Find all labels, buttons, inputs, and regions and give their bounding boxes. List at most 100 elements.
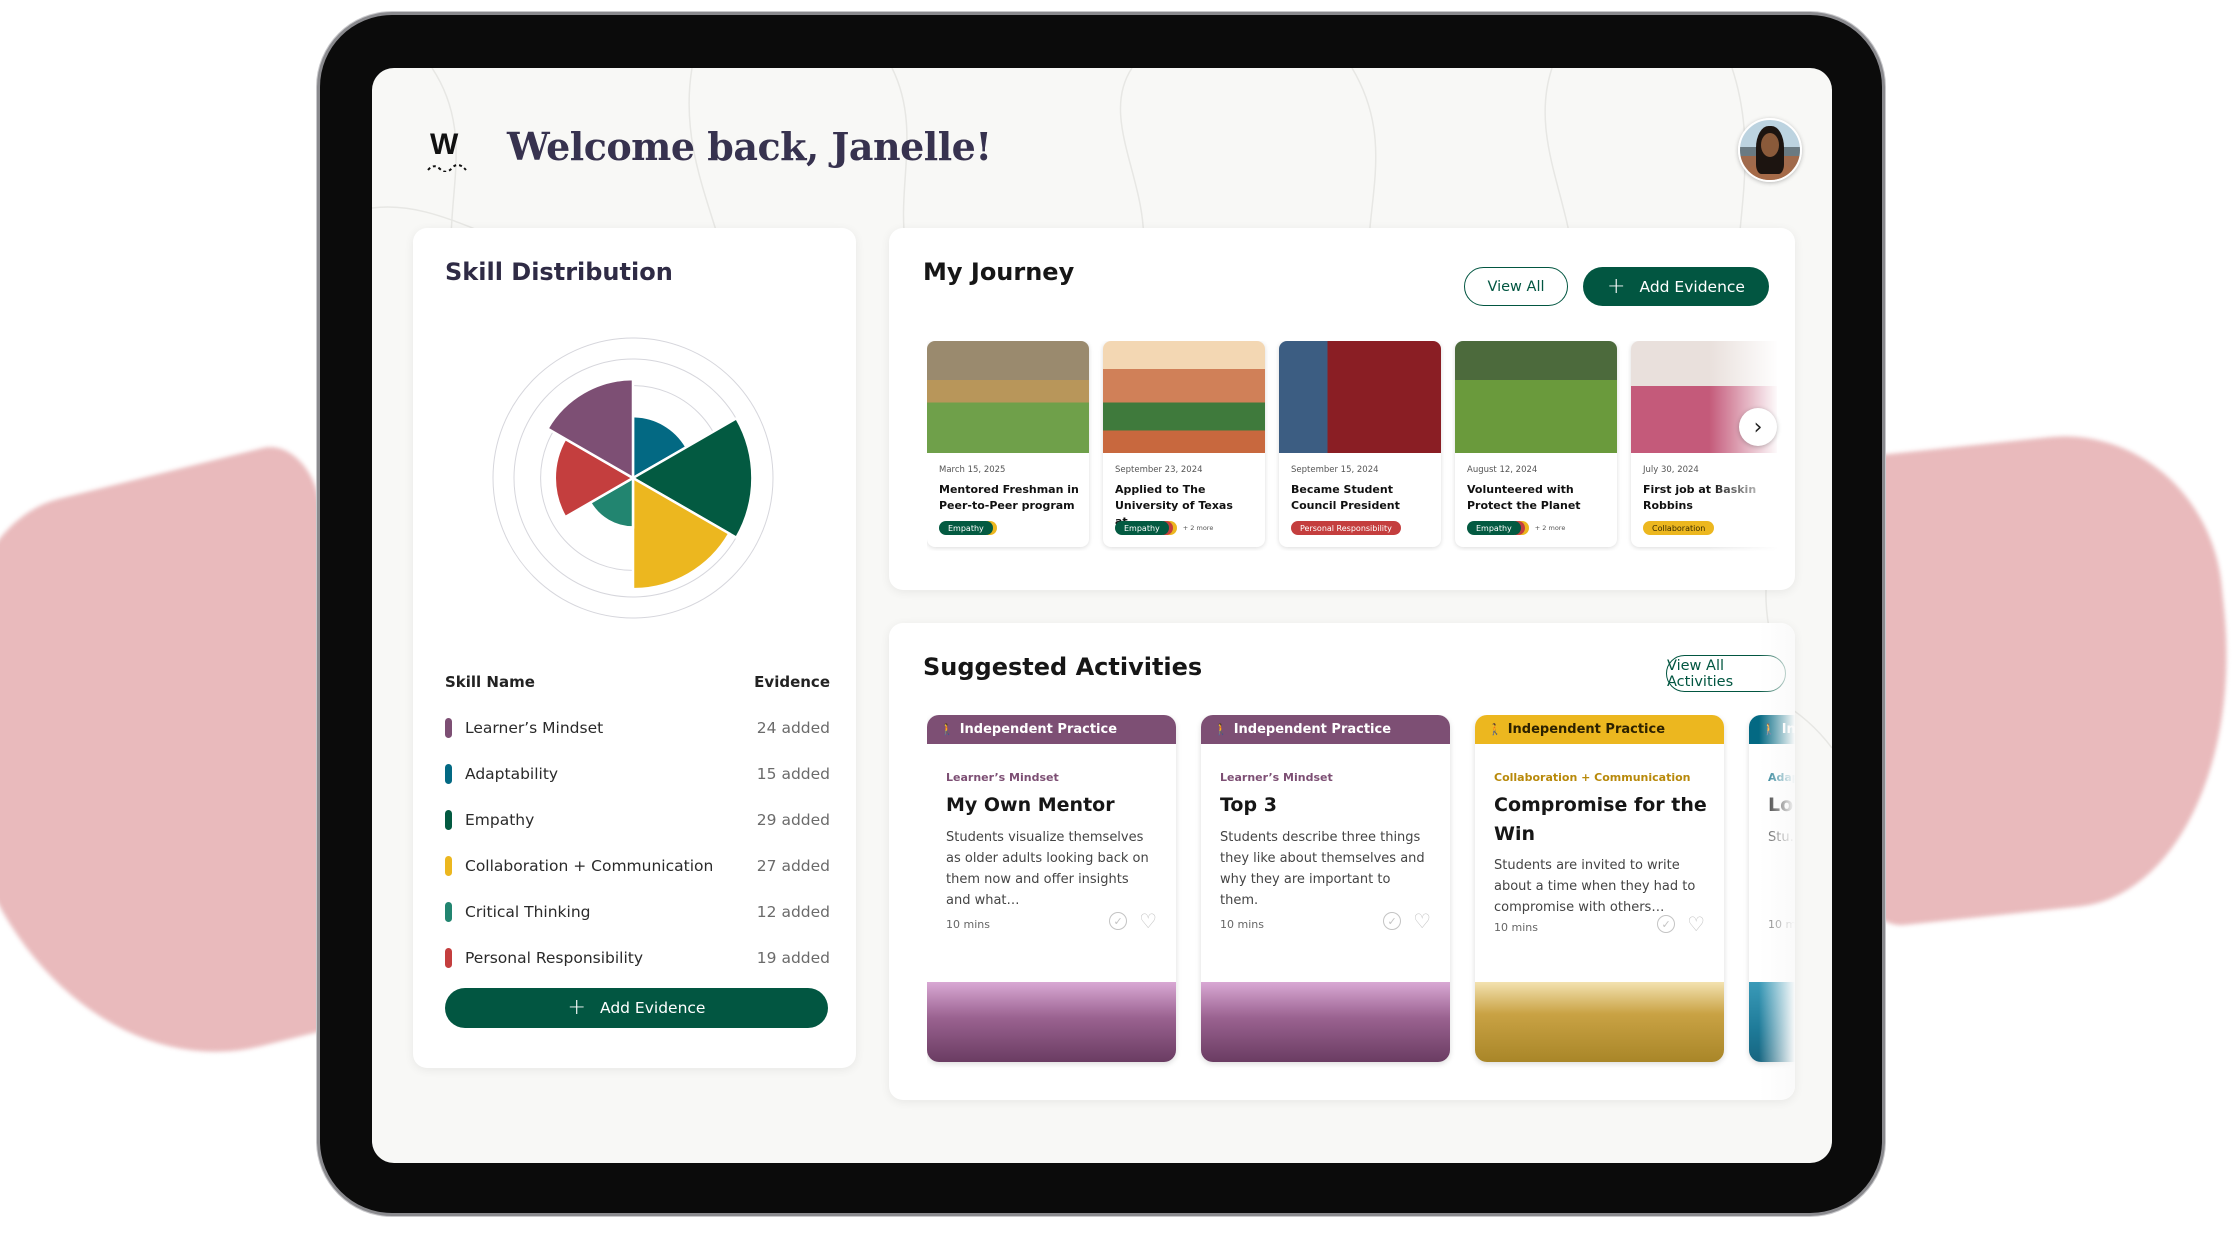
skill-color-indicator — [445, 718, 452, 738]
skill-name: Critical Thinking — [465, 903, 591, 921]
activity-type-header: 🚶 Independent Practice — [1201, 715, 1450, 744]
skill-evidence-count: 19 added — [756, 949, 830, 967]
activity-description: Students describe three things they like… — [1220, 830, 1425, 908]
journey-title: Became Student Council President — [1291, 483, 1400, 512]
add-evidence-button[interactable]: + Add Evidence — [445, 988, 828, 1028]
carousel-fade — [1709, 341, 1779, 556]
journey-photo — [1455, 341, 1617, 453]
skill-row[interactable]: Empathy 29 added — [445, 810, 830, 856]
activity-description: Students visualize themselves as older a… — [946, 830, 1149, 908]
journey-card[interactable]: March 15, 2025 Mentored Freshman in Peer-… — [927, 341, 1089, 547]
journey-carousel: March 15, 2025 Mentored Freshman in Peer-… — [927, 341, 1777, 551]
journey-card[interactable]: September 23, 2024 Applied to The Univers… — [1103, 341, 1265, 547]
activity-card[interactable]: 🚶 Independent Practice Learner’s Mindset My… — [927, 715, 1176, 1062]
journey-card[interactable]: September 15, 2024 Became Student Council… — [1279, 341, 1441, 547]
activity-type: Independent Practice — [959, 722, 1118, 737]
skill-table-header: Skill Name Evidence — [445, 673, 830, 691]
skill-evidence-count: 12 added — [756, 903, 830, 921]
hiker-icon: 🚶 — [1214, 723, 1228, 736]
skill-row[interactable]: Adaptability 15 added — [445, 764, 830, 810]
app-logo[interactable]: W — [426, 128, 470, 178]
activity-type: Independent Practice — [1507, 722, 1666, 737]
more-skills-count: + 2 more — [1182, 524, 1214, 532]
activity-type: Independent Practice — [1233, 722, 1392, 737]
activity-description: Students are invited to write about a ti… — [1494, 858, 1696, 915]
logo-letter: W — [430, 128, 458, 161]
activity-skill-category: Collaboration + Communication — [1494, 771, 1691, 784]
skill-color-indicator — [445, 764, 452, 784]
activity-illustration — [927, 982, 1176, 1062]
activity-skill-category: Learner’s Mindset — [1220, 771, 1333, 784]
skill-tag: Personal Responsibility — [1291, 521, 1401, 535]
journey-photo — [1279, 341, 1441, 453]
favorite-heart-icon[interactable]: ♡ — [1687, 914, 1705, 934]
journey-title: Mentored Freshman in Peer-to-Peer progra… — [939, 483, 1079, 512]
hiker-icon: 🚶 — [1488, 723, 1502, 736]
carousel-next-button[interactable]: › — [1739, 408, 1777, 446]
skill-tag: Collaboration — [1643, 521, 1715, 535]
suggested-activities-panel: Suggested Activities View All Activities… — [889, 623, 1795, 1100]
complete-check-icon[interactable]: ✓ — [1109, 912, 1128, 930]
complete-check-icon[interactable]: ✓ — [1383, 912, 1402, 930]
favorite-heart-icon[interactable]: ♡ — [1413, 911, 1431, 931]
skill-evidence-count: 24 added — [756, 719, 830, 737]
journey-skill-tags: Collaboration — [1643, 521, 1715, 535]
chevron-right-icon: › — [1753, 414, 1763, 440]
skill-row[interactable]: Collaboration + Communication 27 added — [445, 856, 830, 902]
journey-date: September 15, 2024 — [1291, 465, 1379, 475]
activity-duration: 10 mins — [1494, 921, 1538, 934]
journey-photo — [927, 341, 1089, 453]
skill-row[interactable]: Critical Thinking 12 added — [445, 902, 830, 948]
skill-polar-chart — [492, 337, 774, 619]
skill-color-indicator — [445, 810, 452, 830]
carousel-fade — [1759, 623, 1795, 1100]
skill-name: Empathy — [465, 811, 535, 829]
evidence-column-header: Evidence — [754, 673, 830, 691]
activity-actions: ✓ ♡ — [1657, 914, 1705, 934]
add-evidence-label: Add Evidence — [1639, 277, 1745, 296]
journey-card[interactable]: August 12, 2024 Volunteered with Protect … — [1455, 341, 1617, 547]
journey-skill-tags: Empathy + 2 more — [1115, 521, 1213, 535]
skill-tag: Empathy — [1115, 521, 1169, 535]
more-skills-count: + 2 more — [1534, 524, 1566, 532]
page-title: Welcome back, Janelle! — [507, 124, 992, 169]
skill-evidence-count: 29 added — [756, 811, 830, 829]
activity-illustration — [1201, 982, 1450, 1062]
activity-skill-category: Learner’s Mindset — [946, 771, 1059, 784]
skill-tag: Empathy — [1467, 521, 1521, 535]
complete-check-icon[interactable]: ✓ — [1657, 915, 1676, 933]
activity-card[interactable]: 🚶 Independent Practice Learner’s Mindset To… — [1201, 715, 1450, 1062]
user-avatar[interactable] — [1738, 118, 1802, 182]
journey-skill-tags: Empathy + 2 more — [1467, 521, 1565, 535]
activity-card[interactable]: 🚶 Independent Practice Collaboration + Com… — [1475, 715, 1724, 1062]
skill-list: Learner’s Mindset 24 added Adaptability 15… — [445, 718, 830, 994]
journey-photo — [1103, 341, 1265, 453]
view-all-journey-button[interactable]: View All — [1464, 267, 1568, 306]
skill-color-indicator — [445, 948, 452, 968]
activity-actions: ✓ ♡ — [1109, 911, 1157, 931]
activity-illustration — [1475, 982, 1724, 1062]
skill-name: Adaptability — [465, 765, 559, 783]
skill-evidence-count: 27 added — [756, 857, 830, 875]
activity-title: My Own Mentor — [946, 794, 1115, 816]
skill-row[interactable]: Learner’s Mindset 24 added — [445, 718, 830, 764]
journey-add-evidence-button[interactable]: + Add Evidence — [1583, 267, 1769, 306]
skill-tag: Empathy — [939, 521, 993, 535]
skill-name: Learner’s Mindset — [465, 719, 604, 737]
activity-actions: ✓ ♡ — [1383, 911, 1431, 931]
skill-distribution-panel: Skill Distribution Skill Name Evidence L… — [413, 228, 856, 1068]
journey-date: March 15, 2025 — [939, 465, 1006, 475]
suggested-activities-title: Suggested Activities — [923, 653, 1203, 681]
my-journey-panel: My Journey View All + Add Evidence March… — [889, 228, 1795, 590]
journey-date: July 30, 2024 — [1643, 465, 1699, 475]
activity-type-header: 🚶 Independent Practice — [927, 715, 1176, 744]
journey-skill-tags: Empathy — [939, 521, 997, 535]
journey-date: August 12, 2024 — [1467, 465, 1538, 475]
add-evidence-label: Add Evidence — [599, 999, 706, 1017]
journey-date: September 23, 2024 — [1115, 465, 1203, 475]
journey-title: Volunteered with Protect the Planet — [1467, 483, 1581, 512]
hiker-icon: 🚶 — [940, 723, 954, 736]
favorite-heart-icon[interactable]: ♡ — [1139, 911, 1157, 931]
skill-name: Collaboration + Communication — [465, 857, 714, 875]
skill-evidence-count: 15 added — [756, 765, 830, 783]
